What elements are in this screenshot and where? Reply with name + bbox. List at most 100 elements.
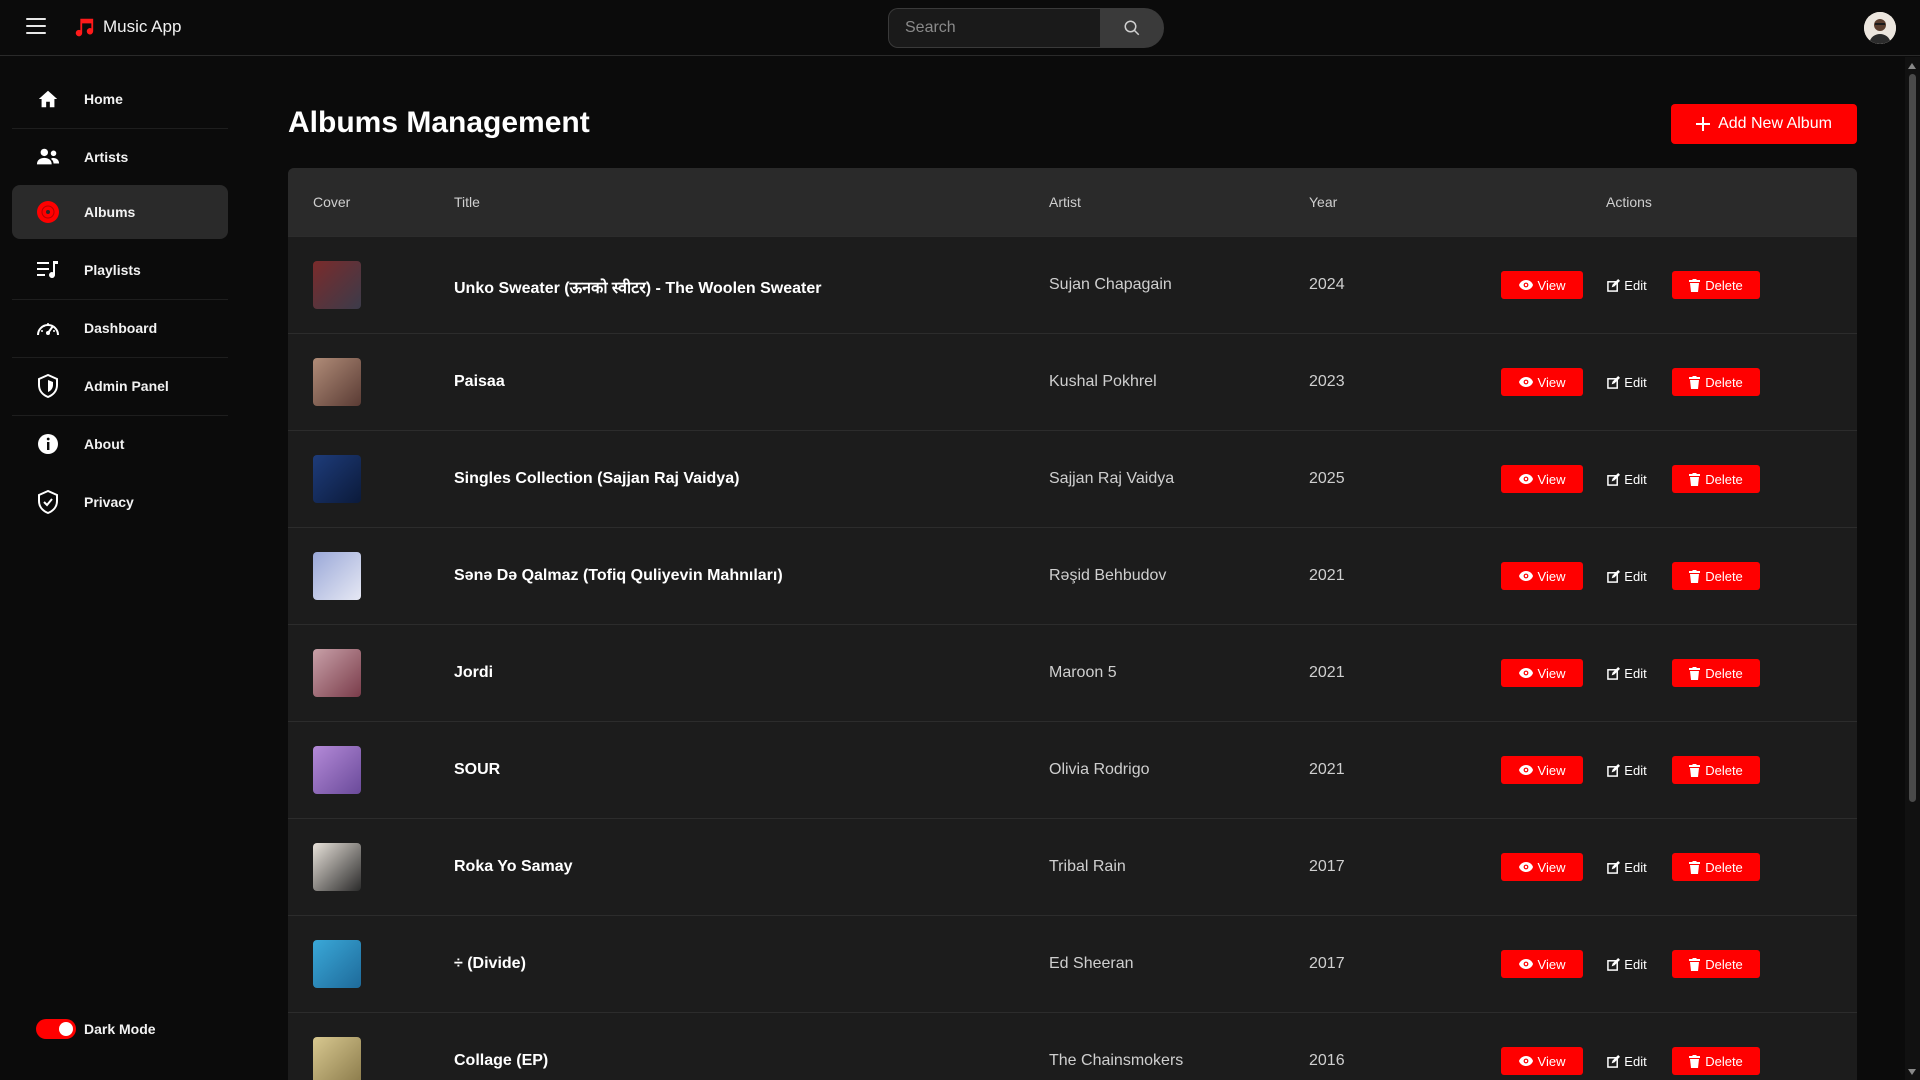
menu-icon[interactable] — [26, 18, 46, 36]
sidebar-item-home[interactable]: Home — [12, 72, 228, 126]
sidebar-item-label: Playlists — [84, 262, 141, 278]
album-year: 2025 — [1309, 470, 1345, 487]
edit-button[interactable]: Edit — [1605, 659, 1649, 687]
edit-button[interactable]: Edit — [1605, 853, 1649, 881]
album-cover-image — [313, 261, 361, 309]
view-button[interactable]: View — [1501, 271, 1583, 299]
plus-icon — [1696, 117, 1711, 131]
delete-button[interactable]: Delete — [1672, 756, 1760, 784]
table-row: Collage (EP) The Chainsmokers 2016 View Edit… — [288, 1012, 1857, 1080]
view-label: View — [1537, 277, 1566, 293]
edit-button[interactable]: Edit — [1605, 950, 1649, 978]
edit-icon — [1607, 1054, 1621, 1068]
delete-button[interactable]: Delete — [1672, 1047, 1760, 1075]
delete-button[interactable]: Delete — [1672, 368, 1760, 396]
eye-icon — [1518, 377, 1533, 387]
delete-button[interactable]: Delete — [1672, 853, 1760, 881]
view-button[interactable]: View — [1501, 853, 1583, 881]
trash-icon — [1689, 860, 1701, 874]
delete-button[interactable]: Delete — [1672, 271, 1760, 299]
edit-button[interactable]: Edit — [1605, 465, 1649, 493]
view-button[interactable]: View — [1501, 659, 1583, 687]
dark-mode-toggle[interactable]: Dark Mode — [36, 1019, 156, 1039]
sidebar-item-admin-panel[interactable]: Admin Panel — [12, 359, 228, 413]
search-input[interactable] — [888, 8, 1100, 48]
album-title: Roka Yo Samay — [454, 858, 573, 875]
album-cover-image — [313, 843, 361, 891]
edit-label: Edit — [1624, 859, 1647, 875]
view-button[interactable]: View — [1501, 756, 1583, 784]
view-button[interactable]: View — [1501, 950, 1583, 978]
album-artist: The Chainsmokers — [1049, 1052, 1184, 1069]
brand[interactable]: Music App — [73, 16, 181, 38]
add-new-album-button[interactable]: Add New Album — [1671, 104, 1857, 144]
edit-button[interactable]: Edit — [1605, 271, 1649, 299]
delete-label: Delete — [1705, 277, 1743, 293]
trash-icon — [1689, 375, 1701, 389]
page-title: Albums Management — [288, 106, 590, 139]
albums-table: Cover Title Artist Year Actions Unko Swe… — [288, 168, 1857, 1080]
edit-button[interactable]: Edit — [1605, 562, 1649, 590]
table-row: Roka Yo Samay Tribal Rain 2017 View Edit Dele… — [288, 818, 1857, 915]
sidebar-item-about[interactable]: About — [12, 417, 228, 471]
view-label: View — [1537, 1053, 1566, 1069]
divider — [12, 128, 228, 129]
view-button[interactable]: View — [1501, 562, 1583, 590]
trash-icon — [1689, 278, 1701, 292]
header-title: Title — [454, 194, 480, 210]
trash-icon — [1689, 569, 1701, 583]
home-icon — [36, 87, 60, 111]
header-year: Year — [1309, 194, 1338, 210]
scroll-thumb[interactable] — [1909, 74, 1916, 802]
sidebar-item-playlists[interactable]: Playlists — [12, 243, 228, 297]
eye-icon — [1518, 280, 1533, 290]
view-button[interactable]: View — [1501, 465, 1583, 493]
trash-icon — [1689, 957, 1701, 971]
edit-button[interactable]: Edit — [1605, 1047, 1649, 1075]
sidebar-item-privacy[interactable]: Privacy — [12, 475, 228, 529]
delete-button[interactable]: Delete — [1672, 562, 1760, 590]
delete-label: Delete — [1705, 665, 1743, 681]
delete-button[interactable]: Delete — [1672, 659, 1760, 687]
album-title: Singles Collection (Sajjan Raj Vaidya) — [454, 470, 740, 487]
edit-icon — [1607, 375, 1621, 389]
divider — [12, 357, 228, 358]
search-bar — [888, 8, 1164, 48]
view-label: View — [1537, 859, 1566, 875]
scrollbar[interactable] — [1905, 57, 1920, 1080]
scroll-down-arrow[interactable] — [1908, 1069, 1916, 1075]
album-artist: Sujan Chapagain — [1049, 276, 1172, 293]
delete-button[interactable]: Delete — [1672, 950, 1760, 978]
table-row: Jordi Maroon 5 2021 View Edit Delete — [288, 624, 1857, 721]
album-artist: Ed Sheeran — [1049, 955, 1134, 972]
toggle-switch[interactable] — [36, 1019, 76, 1039]
view-label: View — [1537, 665, 1566, 681]
album-title: SOUR — [454, 761, 501, 778]
edit-button[interactable]: Edit — [1605, 368, 1649, 396]
add-button-label: Add New Album — [1718, 115, 1832, 132]
delete-label: Delete — [1705, 471, 1743, 487]
view-button[interactable]: View — [1501, 1047, 1583, 1075]
delete-label: Delete — [1705, 956, 1743, 972]
edit-icon — [1607, 472, 1621, 486]
view-button[interactable]: View — [1501, 368, 1583, 396]
delete-label: Delete — [1705, 568, 1743, 584]
album-title: Sənə Də Qalmaz (Tofiq Quliyevin Mahnılar… — [454, 567, 783, 584]
sidebar-item-artists[interactable]: Artists — [12, 130, 228, 184]
view-label: View — [1537, 956, 1566, 972]
trash-icon — [1689, 472, 1701, 486]
eye-icon — [1518, 959, 1533, 969]
search-button[interactable] — [1100, 8, 1164, 48]
delete-button[interactable]: Delete — [1672, 465, 1760, 493]
eye-icon — [1518, 1056, 1533, 1066]
sidebar-item-dashboard[interactable]: Dashboard — [12, 301, 228, 355]
trash-icon — [1689, 763, 1701, 777]
edit-button[interactable]: Edit — [1605, 756, 1649, 784]
edit-icon — [1607, 569, 1621, 583]
user-avatar[interactable] — [1864, 12, 1896, 44]
scroll-up-arrow[interactable] — [1908, 63, 1916, 69]
view-label: View — [1537, 568, 1566, 584]
shield-icon — [36, 374, 60, 398]
album-artist: Maroon 5 — [1049, 664, 1117, 681]
sidebar-item-albums[interactable]: Albums — [12, 185, 228, 239]
